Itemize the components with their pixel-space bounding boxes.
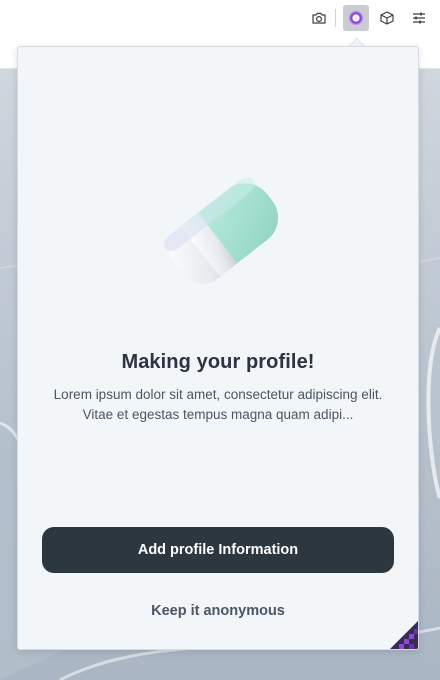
eraser-icon (158, 157, 288, 307)
keep-anonymous-link[interactable]: Keep it anonymous (18, 603, 418, 619)
extension-popup: Making your profile! Lorem ipsum dolor s… (17, 46, 419, 650)
popup-description: Lorem ipsum dolor sit amet, consectetur … (53, 387, 383, 422)
extension-icon[interactable] (343, 5, 369, 31)
add-profile-information-button[interactable]: Add profile Information (42, 527, 394, 573)
cube-icon[interactable] (374, 5, 400, 31)
toolbar-divider (335, 9, 336, 27)
camera-icon[interactable] (306, 5, 332, 31)
popup-title: Making your profile! (121, 351, 315, 373)
sliders-icon[interactable] (406, 5, 432, 31)
resize-handle[interactable] (390, 621, 418, 649)
